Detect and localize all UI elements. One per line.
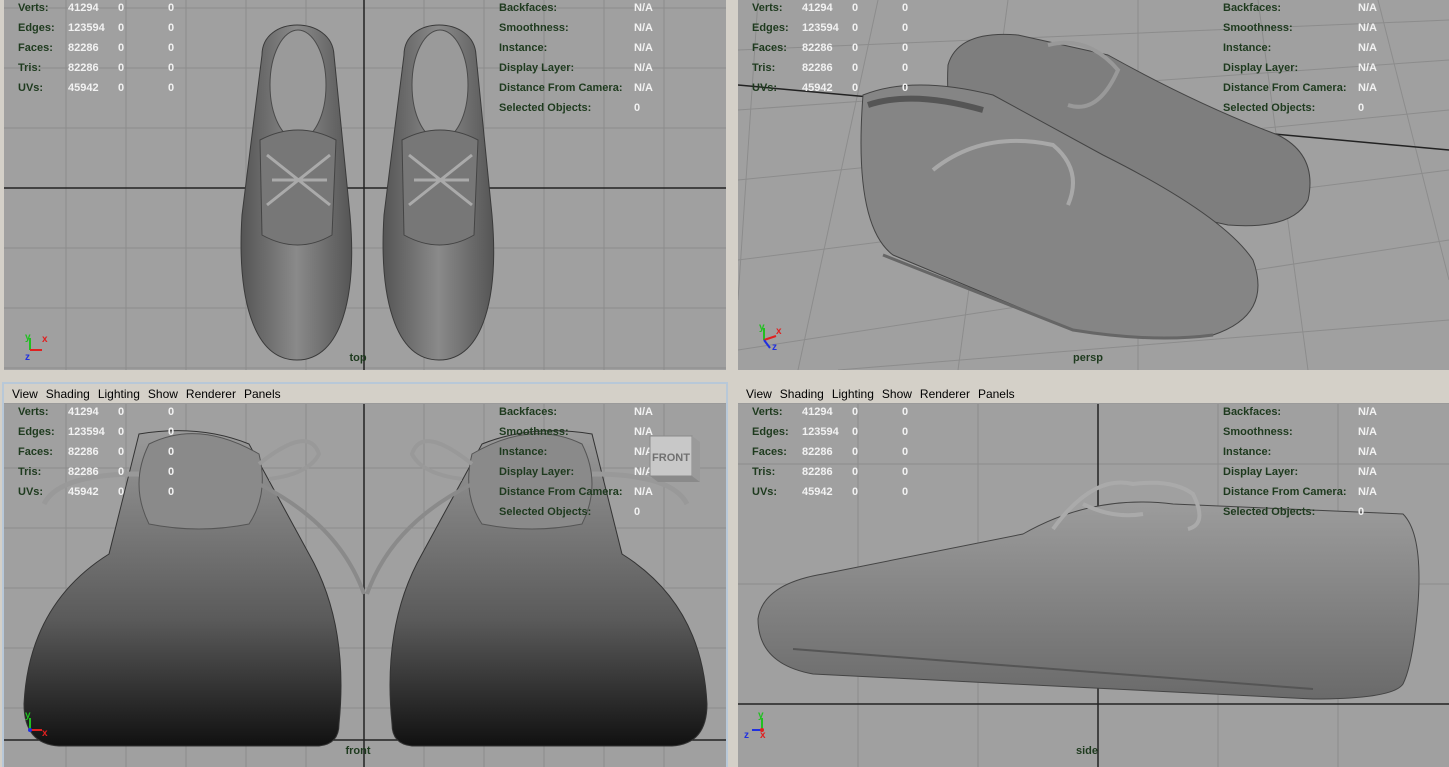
svg-text:x: x [42,334,48,345]
svg-text:x: x [42,728,48,739]
shoe-top-right [382,24,495,361]
svg-text:x: x [776,326,782,337]
svg-text:y: y [759,322,765,333]
menu-view[interactable]: View [8,387,42,401]
camera-label: side [1075,745,1099,757]
poly-stats: Verts: 41294 0 0 Edges: 123594 0 0 Faces: 82286… [18,406,175,498]
viewport-side[interactable]: View Shading Lighting Show Renderer Pane… [738,384,1449,767]
menu-lighting[interactable]: Lighting [94,387,144,401]
poly-stats: Verts: 41294 0 0 Edges: 123594 0 0 Faces: 82286… [752,406,909,498]
shoe-persp-front [860,84,1259,340]
object-info: Backfaces: N/A Smoothness: N/A Instance: N/… [499,2,653,114]
object-info: Backfaces: N/A Smoothness: N/A Instance: N/… [1223,2,1377,114]
menu-renderer[interactable]: Renderer [182,387,240,401]
menu-show[interactable]: Show [878,387,916,401]
menu-panels[interactable]: Panels [974,387,1019,401]
menu-shading[interactable]: Shading [776,387,828,401]
view-cube[interactable]: FRONT [648,434,704,486]
svg-text:y: y [25,332,31,343]
object-info: Backfaces: N/A Smoothness: N/A Instance: N/… [1223,406,1377,518]
panel-menubar: View Shading Lighting Show Renderer Pane… [4,384,726,404]
menu-renderer[interactable]: Renderer [916,387,974,401]
viewport-persp[interactable]: Verts: 41294 0 0 Edges: 123594 0 0 Faces: 82286… [738,0,1449,370]
shoe-top-left [240,24,353,361]
menu-view[interactable]: View [742,387,776,401]
object-info: Backfaces: N/A Smoothness: N/A Instance: N/… [499,406,653,518]
viewport-front[interactable]: View Shading Lighting Show Renderer Pane… [2,382,728,767]
svg-text:y: y [25,710,31,721]
svg-text:FRONT: FRONT [652,452,690,464]
camera-label: top [349,352,367,364]
menu-lighting[interactable]: Lighting [828,387,878,401]
panel-menubar: View Shading Lighting Show Renderer Pane… [738,384,1449,404]
poly-stats: Verts: 41294 0 0 Edges: 123594 0 0 Faces: 82286… [752,2,909,94]
axis-gizmo: y x [25,710,48,739]
axis-gizmo: y x z [759,322,782,353]
poly-stats: Verts: 41294 0 0 Edges: 123594 0 0 Faces: 82286… [18,2,175,94]
menu-panels[interactable]: Panels [240,387,285,401]
axis-gizmo: y x z [25,332,48,362]
menu-shading[interactable]: Shading [42,387,94,401]
viewport-top[interactable]: Verts: 41294 0 0 Edges: 123594 0 0 Faces: 82286… [4,0,726,370]
camera-label: front [345,745,371,757]
svg-text:z: z [744,730,749,741]
camera-label: persp [1073,352,1103,364]
menu-show[interactable]: Show [144,387,182,401]
svg-text:z: z [772,342,777,353]
axis-gizmo: y z x [744,710,766,741]
svg-text:y: y [758,710,764,721]
svg-text:z: z [25,352,30,362]
svg-text:x: x [760,730,766,741]
